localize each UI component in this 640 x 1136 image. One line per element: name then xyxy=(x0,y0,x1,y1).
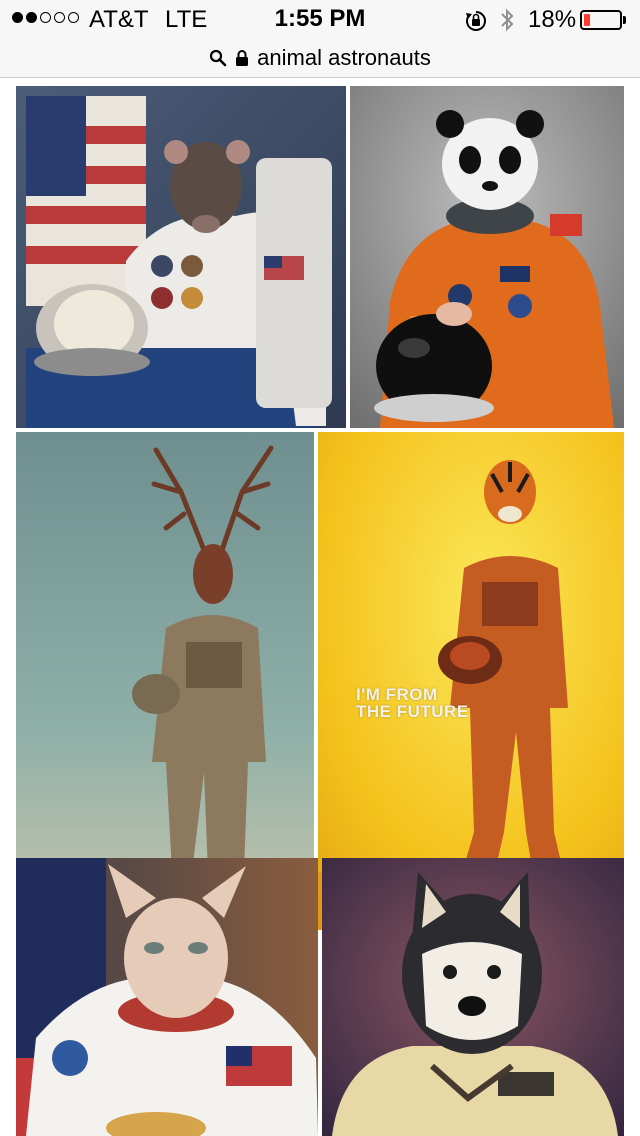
cat-astronaut-graphic xyxy=(16,858,318,1136)
poster-caption: I'M FROM THE FUTURE xyxy=(356,686,469,720)
rat-astronaut-graphic xyxy=(16,86,346,428)
battery-percent: 18% xyxy=(528,6,577,33)
rat-astronaut-image[interactable] xyxy=(16,86,346,428)
tiger-astronaut-graphic xyxy=(318,432,624,930)
image-results-grid: I'M FROM THE FUTURE xyxy=(0,78,640,1136)
lock-icon xyxy=(235,49,249,67)
address-bar[interactable]: animal astronauts xyxy=(0,40,640,78)
battery-level xyxy=(584,14,590,26)
search-icon xyxy=(209,49,227,67)
poster-caption-line: THE FUTURE xyxy=(356,702,469,721)
address-bar-content[interactable]: animal astronauts xyxy=(0,40,640,76)
cat-astronaut-image[interactable] xyxy=(16,858,318,1136)
stag-astronaut-image[interactable] xyxy=(16,432,314,930)
husky-astronaut-graphic xyxy=(322,858,624,1136)
battery-tip xyxy=(623,16,626,24)
bluetooth-icon xyxy=(499,7,515,33)
panda-astronaut-image[interactable] xyxy=(350,86,624,428)
poster-caption-line: I'M FROM xyxy=(356,685,438,704)
status-bar: AT&T LTE 1:55 PM 18% xyxy=(0,0,640,40)
url-text[interactable]: animal astronauts xyxy=(257,45,431,71)
stag-astronaut-graphic xyxy=(16,432,314,930)
panda-astronaut-graphic xyxy=(350,86,624,428)
battery-icon xyxy=(580,10,622,30)
tiger-astronaut-image[interactable]: I'M FROM THE FUTURE xyxy=(318,432,624,930)
husky-astronaut-image[interactable] xyxy=(322,858,624,1136)
orientation-lock-icon xyxy=(465,8,487,31)
